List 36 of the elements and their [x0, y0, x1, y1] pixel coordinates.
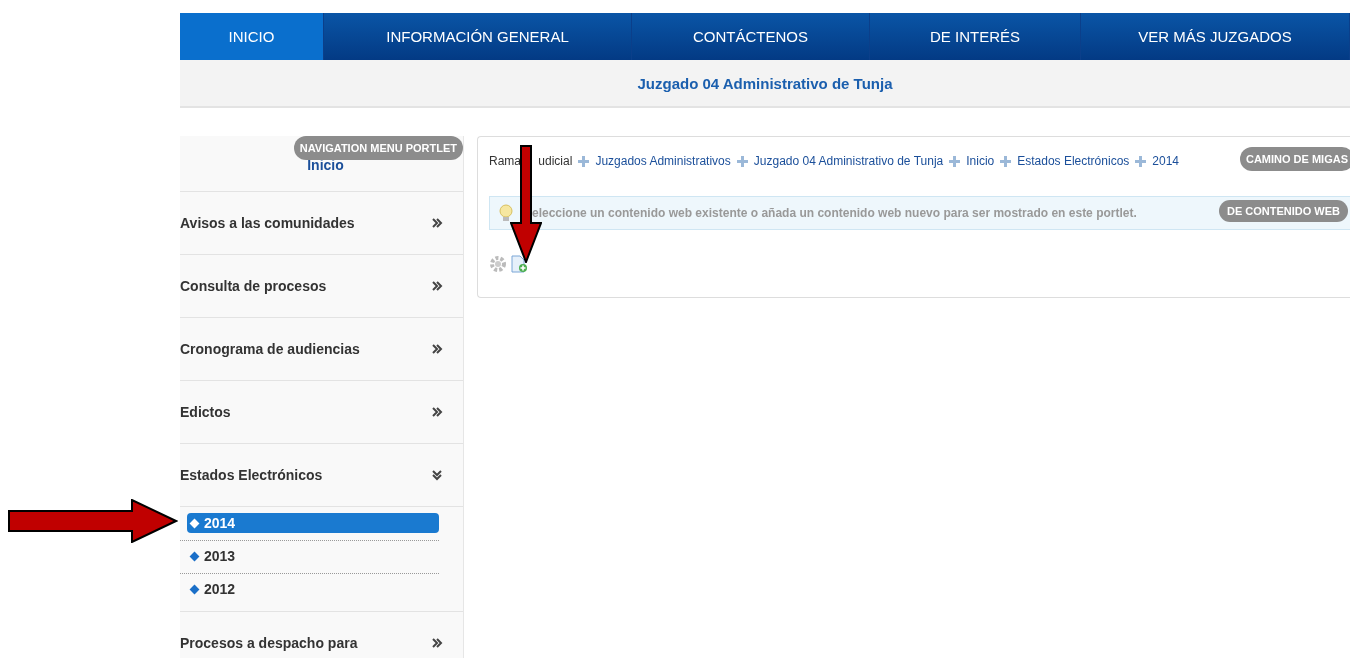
menu-item[interactable]: Estados Electrónicos — [180, 444, 463, 507]
info-message: eleccione un contenido web existente o añada un contenido web nuevo para ser mostrado en este portlet. — [532, 206, 1137, 220]
lightbulb-icon — [498, 204, 514, 222]
chevron-right-icon — [431, 217, 443, 229]
nav-tab[interactable]: INICIO — [180, 13, 324, 60]
menu-item[interactable]: Avisos a las comunidades — [180, 192, 463, 255]
breadcrumb-link[interactable]: Juzgados Administrativos — [595, 154, 731, 168]
separator-icon — [1000, 155, 1012, 167]
portlet-badge: NAVIGATION MENU PORTLET — [293, 136, 463, 160]
menu-item[interactable]: Cronograma de audiencias — [180, 318, 463, 381]
breadcrumb-link[interactable]: Inicio — [966, 154, 995, 168]
separator-icon — [949, 155, 961, 167]
submenu-item[interactable]: 2013 — [187, 546, 439, 566]
chevron-right-icon — [431, 637, 443, 649]
chevron-right-icon — [431, 280, 443, 292]
submenu-item[interactable]: 2014 — [187, 513, 439, 533]
breadcrumb-item[interactable]: Rama udicial — [489, 154, 573, 168]
add-document-icon[interactable] — [510, 255, 528, 273]
menu-item[interactable]: Consulta de procesos — [180, 255, 463, 318]
sidebar-heading[interactable]: Inicio — [307, 157, 344, 173]
breadcrumb-link[interactable]: Juzgado 04 Administrativo de Tunja — [753, 154, 944, 168]
site-title: Juzgado 04 Administrativo de Tunja — [637, 74, 893, 92]
separator-icon — [1135, 155, 1147, 167]
arrow-icon — [8, 499, 178, 543]
chevron-down-icon — [431, 469, 443, 481]
portlet-badge: DE CONTENIDO WEB — [1218, 200, 1348, 222]
chevron-right-icon — [431, 406, 443, 418]
separator-icon — [578, 155, 590, 167]
breadcrumb-link[interactable]: 2014 — [1152, 154, 1179, 168]
chevron-right-icon — [431, 343, 443, 355]
breadcrumb-link[interactable]: Estados Electrónicos — [1017, 154, 1130, 168]
menu-item[interactable]: Edictos — [180, 381, 463, 444]
menu-item[interactable]: Procesos a despacho para — [180, 612, 463, 658]
submenu-item[interactable]: 2012 — [187, 579, 439, 599]
separator-icon — [736, 155, 748, 167]
portlet-badge: CAMINO DE MIGAS — [1239, 147, 1350, 171]
